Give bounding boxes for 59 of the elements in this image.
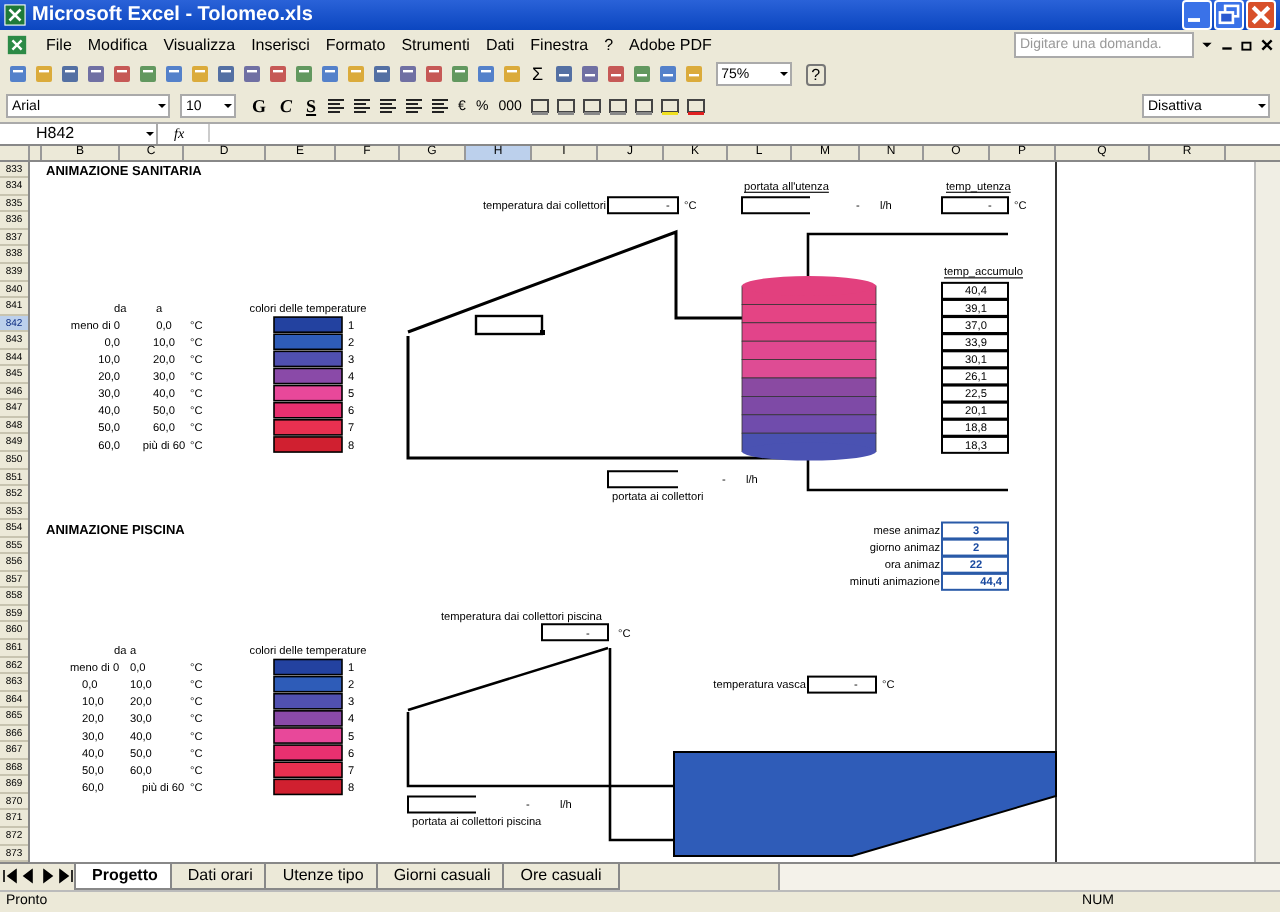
value-field [541,622,609,641]
close-icon [1248,2,1274,29]
menu-item[interactable]: Visualizza [157,35,246,54]
menu-item[interactable]: Formato [319,35,396,54]
dropdown-arrow-icon [144,127,156,140]
value-field [607,195,679,214]
value-cell [941,572,1009,591]
menu-item[interactable]: ? [598,35,624,54]
menu-item[interactable]: File [40,35,82,54]
value-cell [941,401,1009,419]
fill-color-icon[interactable] [657,94,682,118]
value-field [941,195,1009,214]
value-cell [941,315,1009,334]
dropdown-arrow-icon[interactable] [1200,37,1214,52]
value-cell [941,555,1009,573]
font-style-button[interactable]: S [300,96,323,116]
workbook-icon[interactable] [6,33,28,56]
spreadsheet-app-icon [4,4,26,27]
menu-item[interactable]: Modifica [81,35,158,54]
close-button[interactable] [1246,0,1276,31]
sheet-tab[interactable]: Progetto [74,864,176,889]
value-field [407,794,477,813]
autosum-button[interactable]: Σ [526,64,550,85]
menu-item[interactable]: Adobe PDF [623,35,722,54]
value-field [741,195,811,214]
restore-button[interactable] [1214,0,1244,31]
dropdown-arrow-icon [1256,100,1268,112]
dropdown-arrow-icon [222,100,234,112]
help-button[interactable]: ? [805,63,827,86]
menu-item[interactable]: Strumenti [395,35,480,54]
dropdown-arrow-icon [777,68,790,81]
align-left-icon[interactable] [324,94,349,118]
value-field [807,674,877,693]
value-cell [941,281,1009,300]
minimize-icon [1188,18,1200,23]
horizontal-scrollbar[interactable] [778,864,1280,889]
restore-icon[interactable] [1240,37,1254,52]
close-icon[interactable] [1260,37,1274,52]
font-style-button[interactable]: C [274,96,299,116]
font-color-icon[interactable] [683,94,708,118]
value-cell [941,298,1009,317]
value-cell [941,349,1009,368]
value-cell [941,520,1009,539]
value-field [607,469,679,488]
font-style-button[interactable]: G [246,96,273,116]
sheet-tab[interactable]: Utenze tipo [264,864,382,889]
menu-item[interactable]: Dati [479,35,525,54]
value-cell [941,435,1009,454]
dropdown-arrow-icon [156,100,168,112]
vertical-scrollbar[interactable] [1254,161,1280,863]
restore-icon [1216,2,1242,29]
value-cell [941,332,1009,351]
sheet-tab[interactable]: Ore casuali [502,864,620,889]
menu-item[interactable]: Inserisci [245,35,320,54]
window-title: Microsoft Excel - Tolomeo.xls [32,4,313,27]
value-cell [941,418,1009,437]
menu-item[interactable]: Finestra [524,35,599,54]
minimize-button[interactable] [1182,0,1212,31]
value-cell [941,366,1009,385]
